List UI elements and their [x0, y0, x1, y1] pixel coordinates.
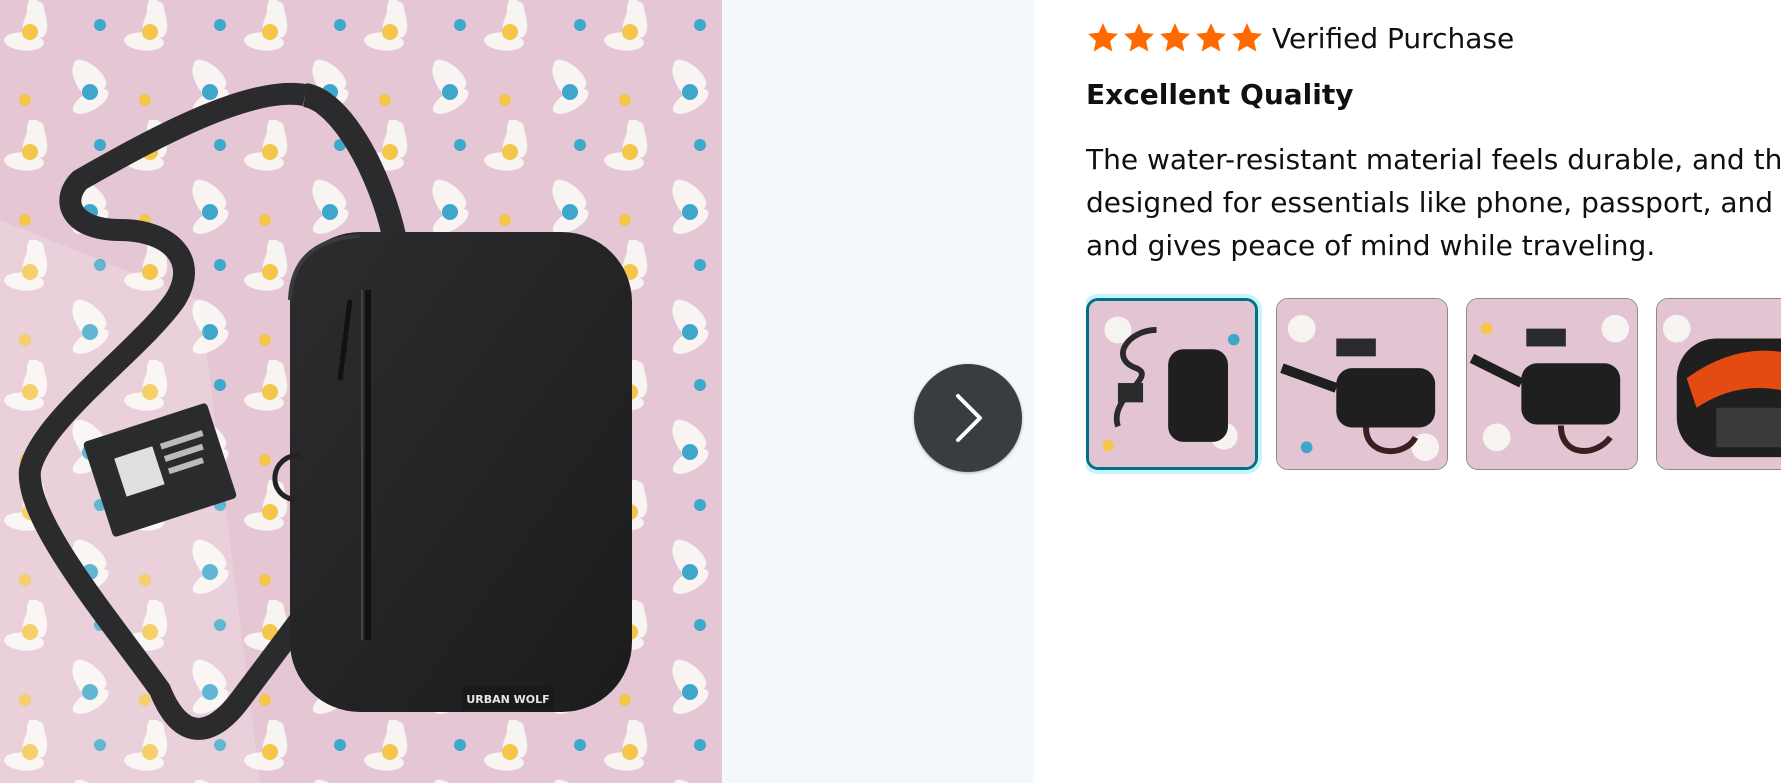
star-rating [1086, 21, 1264, 55]
verified-purchase-badge: Verified Purchase [1272, 21, 1515, 55]
review-body: The water-resistant material feels durab… [1086, 138, 1781, 267]
review-title: Excellent Quality [1086, 78, 1354, 111]
review-body-line: and gives peace of mind while traveling. [1086, 229, 1656, 262]
star-icon [1196, 23, 1226, 52]
main-review-photo: URBAN WOLF [0, 0, 722, 783]
thumbnail-image [1277, 299, 1447, 469]
bag-photo: URBAN WOLF [0, 0, 722, 783]
star-icon [1088, 23, 1118, 52]
thumbnail-4[interactable] [1656, 298, 1781, 470]
next-image-button[interactable] [914, 364, 1022, 472]
star-icon [1160, 23, 1190, 52]
thumbnail-3[interactable] [1466, 298, 1638, 470]
review-body-line: designed for essentials like phone, pass… [1086, 186, 1781, 219]
thumbnail-1[interactable] [1086, 298, 1258, 470]
thumbnail-image [1467, 299, 1637, 469]
thumbnail-strip [1086, 298, 1781, 470]
thumbnail-image [1657, 299, 1781, 469]
thumbnail-2[interactable] [1276, 298, 1448, 470]
thumbnail-image [1089, 301, 1255, 467]
review-panel: Verified Purchase Excellent Quality The … [1086, 0, 1781, 783]
rating-row: Verified Purchase [1086, 18, 1514, 58]
review-body-line: The water-resistant material feels durab… [1086, 143, 1781, 176]
brand-label: URBAN WOLF [466, 693, 549, 706]
star-icon [1232, 23, 1262, 52]
chevron-right-icon [956, 394, 982, 442]
star-icon [1124, 23, 1154, 52]
